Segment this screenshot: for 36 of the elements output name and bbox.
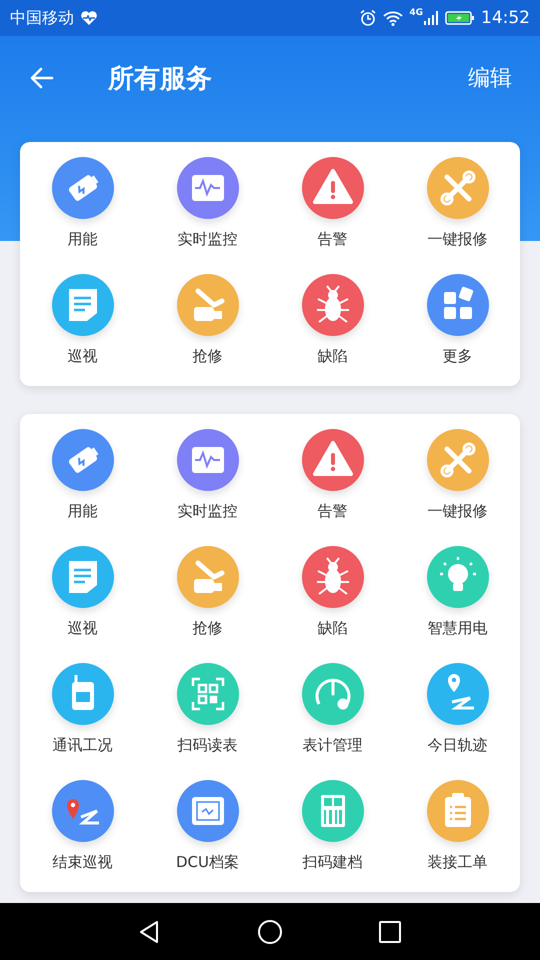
heart-icon (80, 10, 98, 26)
service-item[interactable]: 抢修 (145, 273, 270, 366)
service-item[interactable]: 更多 (395, 273, 520, 366)
service-item[interactable]: 智慧用电 (395, 545, 520, 638)
network-type: 4G (409, 8, 423, 18)
service-item[interactable]: 一键报修 (395, 428, 520, 521)
service-item[interactable]: 巡视 (20, 545, 145, 638)
home-icon[interactable] (257, 918, 283, 944)
service-item[interactable]: 今日轨迹 (395, 662, 520, 755)
edit-button[interactable]: 编辑 (468, 59, 512, 97)
service-item[interactable]: 扫码建档 (270, 779, 395, 872)
service-item[interactable]: 结束巡视 (20, 779, 145, 872)
service-item[interactable]: 抢修 (145, 545, 270, 638)
service-item[interactable]: 告警 (270, 156, 395, 249)
service-item[interactable]: 用能 (20, 428, 145, 521)
service-item[interactable]: 告警 (270, 428, 395, 521)
service-item[interactable]: 缺陷 (270, 273, 395, 366)
service-item[interactable]: 用能 (20, 156, 145, 249)
page-title: 所有服务 (108, 62, 212, 96)
signal-icon (423, 10, 439, 26)
service-item[interactable]: 装接工单 (395, 779, 520, 872)
clock-time: 14:52 (481, 8, 530, 28)
service-item[interactable]: 通讯工况 (20, 662, 145, 755)
wifi-icon (383, 10, 404, 26)
service-item[interactable]: 表计管理 (270, 662, 395, 755)
battery-icon (445, 10, 475, 26)
service-item[interactable]: 一键报修 (395, 156, 520, 249)
service-item[interactable]: 实时监控 (145, 156, 270, 249)
service-item[interactable]: 缺陷 (270, 545, 395, 638)
service-item[interactable]: 实时监控 (145, 428, 270, 521)
service-item[interactable]: DCU档案 (145, 779, 270, 872)
service-item[interactable]: 巡视 (20, 273, 145, 366)
recent-apps-icon[interactable] (377, 918, 403, 944)
alarm-icon (359, 9, 378, 27)
service-item[interactable]: 扫码读表 (145, 662, 270, 755)
carrier-name: 中国移动 (10, 8, 74, 28)
